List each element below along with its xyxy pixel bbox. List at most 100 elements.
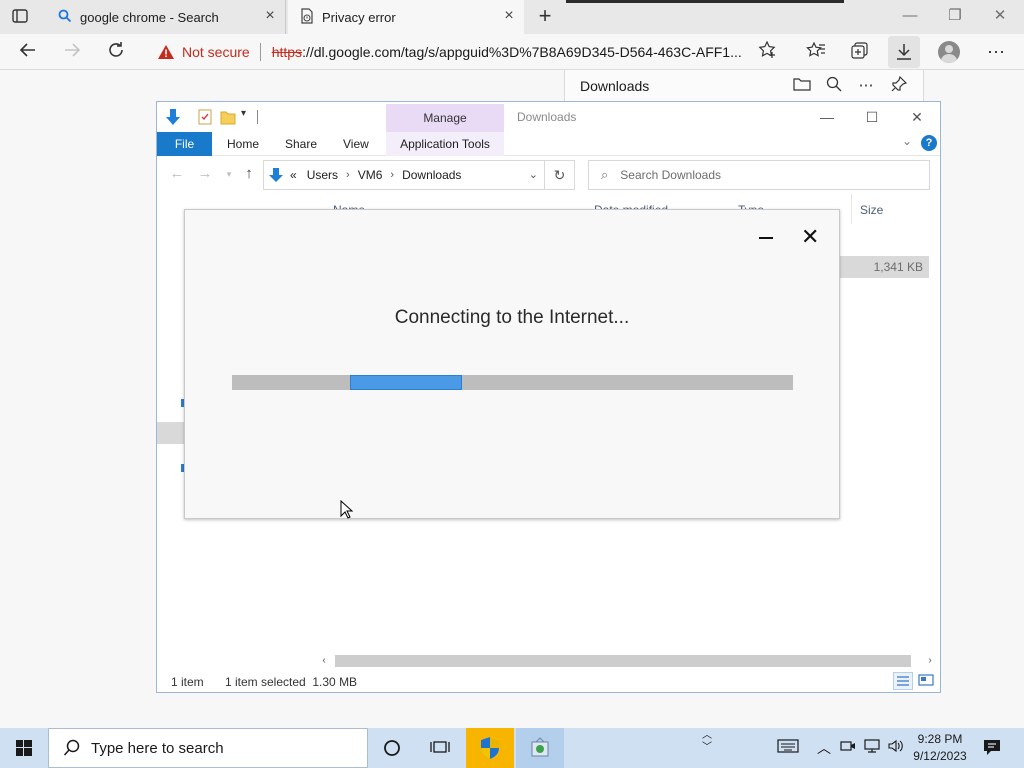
- downloads-button[interactable]: [888, 36, 920, 68]
- close-tab-icon[interactable]: ×: [263, 8, 277, 24]
- column-size[interactable]: Size: [851, 194, 931, 224]
- installer-dialog: ✕ Connecting to the Internet...: [184, 209, 840, 519]
- tab-title: Privacy error: [322, 9, 396, 25]
- browser-tab-strip: google chrome - Search × Privacy error ×…: [0, 0, 1024, 34]
- tab-privacy-error[interactable]: Privacy error ×: [288, 0, 524, 34]
- refresh-icon[interactable]: ↻: [545, 160, 575, 190]
- profile-avatar[interactable]: [938, 41, 960, 63]
- browser-toolbar: Not secure https ://dl.google.com/tag/s/…: [0, 34, 1024, 70]
- download-arrow-icon: [165, 108, 181, 126]
- explorer-window-title: Downloads: [517, 110, 577, 124]
- taskbar-search-placeholder: Type here to search: [91, 739, 224, 757]
- forward-button[interactable]: [60, 40, 84, 64]
- scrollbar-thumb[interactable]: [335, 655, 911, 667]
- search-placeholder: Search Downloads: [620, 168, 722, 182]
- add-favorite-icon[interactable]: [756, 40, 780, 64]
- tab-home[interactable]: Home: [227, 132, 259, 156]
- close-window-icon[interactable]: ✕: [990, 6, 1010, 26]
- open-folder-icon[interactable]: [792, 76, 812, 96]
- breadcrumb-vm6[interactable]: VM6: [358, 168, 383, 182]
- properties-icon[interactable]: [197, 108, 213, 126]
- explorer-titlebar: ▾ Manage Downloads — ☐ ✕: [157, 102, 940, 132]
- chevron-down-icon[interactable]: ⌄: [529, 168, 538, 181]
- maximize-icon[interactable]: ☐: [862, 108, 882, 126]
- notification-center-icon[interactable]: [982, 738, 1002, 756]
- taskbar-search-input[interactable]: Type here to search: [48, 728, 368, 768]
- taskbar: Type here to search ︿ ﹀ ︿ 9:28 PM 9/12/20…: [0, 728, 1024, 768]
- customize-qa-icon[interactable]: ▾: [241, 108, 246, 126]
- more-options-icon[interactable]: ⋯: [856, 76, 876, 96]
- horizontal-scrollbar[interactable]: ‹ ›: [317, 654, 937, 668]
- chevron-right-icon[interactable]: ›: [346, 169, 350, 181]
- url-scheme: https: [271, 44, 303, 60]
- mouse-cursor: [340, 499, 354, 520]
- pin-icon[interactable]: [889, 75, 909, 96]
- network-icon[interactable]: [862, 738, 882, 758]
- progress-bar: [232, 375, 793, 390]
- touch-keyboard-icon[interactable]: [776, 738, 800, 758]
- scroll-left-icon[interactable]: ‹: [317, 654, 331, 668]
- qa-separator: [257, 110, 258, 124]
- system-clock[interactable]: 9:28 PM 9/12/2023: [908, 731, 972, 765]
- search-icon: [63, 739, 81, 757]
- search-icon: ⌕: [601, 167, 609, 182]
- scroll-right-icon[interactable]: ›: [923, 654, 937, 668]
- installer-app-icon[interactable]: [516, 728, 564, 768]
- new-tab-button[interactable]: +: [534, 5, 556, 28]
- close-tab-icon[interactable]: ×: [502, 8, 516, 24]
- minimize-icon[interactable]: —: [900, 6, 920, 26]
- tab-actions-icon[interactable]: [10, 7, 32, 27]
- settings-more-icon[interactable]: ⋯: [984, 40, 1008, 64]
- volume-icon[interactable]: [886, 738, 906, 758]
- table-row[interactable]: 1,341 KB: [839, 256, 929, 278]
- search-downloads-icon[interactable]: [824, 76, 844, 96]
- back-button[interactable]: [16, 40, 40, 64]
- details-view-icon[interactable]: [893, 672, 913, 690]
- navigation-bar: ← → ▾ ↑ « Users › VM6 › Downloads ⌄ ↻ ⌕ …: [157, 157, 940, 193]
- up-icon[interactable]: ↑: [241, 166, 257, 182]
- close-icon[interactable]: ✕: [907, 108, 927, 126]
- minimize-icon[interactable]: —: [817, 108, 837, 126]
- collections-icon[interactable]: [848, 40, 872, 64]
- minimize-icon[interactable]: [759, 237, 773, 239]
- tab-view[interactable]: View: [343, 132, 369, 156]
- expand-ribbon-icon[interactable]: ⌄: [902, 134, 912, 148]
- favorites-icon[interactable]: [804, 40, 828, 64]
- breadcrumb-users[interactable]: Users: [307, 168, 338, 182]
- tab-title: google chrome - Search: [80, 9, 219, 25]
- breadcrumb[interactable]: « Users › VM6 › Downloads ⌄: [263, 160, 545, 190]
- search-icon: [58, 9, 72, 26]
- status-bar: 1 item 1 item selected 1.30 MB: [157, 672, 940, 692]
- breadcrumb-downloads[interactable]: Downloads: [402, 168, 461, 182]
- forward-icon[interactable]: →: [197, 166, 213, 182]
- chevron-right-icon[interactable]: ›: [390, 169, 394, 181]
- address-bar[interactable]: Not secure https ://dl.google.com/tag/s/…: [145, 37, 755, 67]
- task-view-icon[interactable]: [416, 728, 464, 768]
- scroll-taskbar-icon[interactable]: ︿ ﹀: [697, 730, 717, 766]
- search-downloads-input[interactable]: ⌕ Search Downloads: [588, 160, 930, 190]
- tab-file[interactable]: File: [157, 132, 212, 156]
- tab-share[interactable]: Share: [285, 132, 317, 156]
- cortana-icon[interactable]: [368, 728, 416, 768]
- breadcrumb-overflow[interactable]: «: [290, 168, 297, 182]
- address-separator: [259, 43, 261, 61]
- nav-pane-selected-item[interactable]: [157, 422, 185, 444]
- large-icons-view-icon[interactable]: [917, 672, 937, 690]
- start-button[interactable]: [0, 728, 48, 768]
- show-hidden-icons-icon[interactable]: ︿: [814, 738, 834, 758]
- tab-google-search[interactable]: google chrome - Search ×: [46, 0, 286, 34]
- clock-date: 9/12/2023: [913, 749, 967, 763]
- new-folder-icon[interactable]: [220, 108, 236, 126]
- meet-now-icon[interactable]: [838, 738, 858, 758]
- uac-shield-app-icon[interactable]: [466, 728, 514, 768]
- close-icon[interactable]: ✕: [801, 226, 819, 248]
- refresh-button[interactable]: [104, 40, 128, 64]
- not-secure-label[interactable]: Not secure: [182, 44, 250, 60]
- recent-locations-icon[interactable]: ▾: [221, 166, 237, 182]
- tab-application-tools[interactable]: Application Tools: [386, 132, 504, 156]
- file-size: 1,341 KB: [873, 260, 923, 274]
- help-icon[interactable]: ?: [921, 135, 937, 151]
- manage-context-tab[interactable]: Manage: [386, 104, 504, 132]
- back-icon[interactable]: ←: [169, 166, 185, 182]
- restore-icon[interactable]: ❐: [945, 6, 965, 26]
